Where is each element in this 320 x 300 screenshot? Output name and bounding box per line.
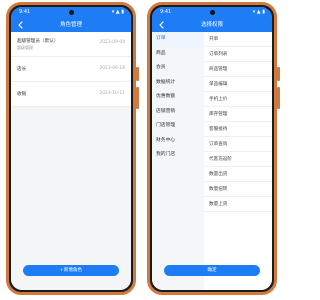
role-row-admin[interactable]: 超级管理员（默认） 超级管理 2023-09-04 — [11, 32, 131, 57]
permission-item[interactable]: 数量扭转 — [204, 182, 272, 197]
permission-item[interactable]: 手机上价 — [204, 92, 272, 107]
permission-item[interactable]: 订单列表 — [204, 47, 272, 62]
category-item[interactable]: 门店管理 — [152, 119, 204, 134]
category-list: 订单 商品 会员 数据统计 优惠数额 店铺营销 门店管理 财务中心 我的门店 — [152, 32, 204, 290]
status-icons: ▾ ▲ ▮ — [252, 9, 265, 15]
role-row-manager[interactable]: 店长 2023-09-18 — [11, 57, 131, 82]
role-subtitle: 超级管理 — [17, 45, 33, 50]
permission-select-screen: 9:41 ▾ ▲ ▮ 选择权限 订单 商品 会员 数据统计 优惠数额 店铺营销 … — [152, 7, 272, 290]
category-item[interactable]: 优惠数额 — [152, 90, 204, 105]
permission-item[interactable]: 开单 — [204, 32, 272, 47]
status-bar: 9:41 ▾ ▲ ▮ — [11, 7, 131, 18]
role-management-screen: 9:41 ▾ ▲ ▮ 角色管理 超级管理员（默认） 超级管理 2023-09-0… — [11, 7, 131, 290]
permission-list: 开单 订单列表 商品管理 单品编辑 手机上价 库存管理 客服接待 订单查询 代客… — [204, 32, 272, 290]
permission-item[interactable]: 数量上货 — [204, 197, 272, 212]
confirm-button[interactable]: 确定 — [164, 265, 260, 276]
status-time: 9:41 — [160, 9, 172, 15]
add-role-button[interactable]: +新增角色 — [23, 265, 119, 276]
page-title: 选择权限 — [200, 22, 223, 28]
camera-hole — [69, 10, 74, 15]
permission-item[interactable]: 商品管理 — [204, 62, 272, 77]
permissions-content: 订单 商品 会员 数据统计 优惠数额 店铺营销 门店管理 财务中心 我的门店 开… — [152, 32, 272, 290]
nav-bar: 选择权限 — [152, 18, 272, 32]
role-date: 2023-09-04 — [99, 40, 125, 45]
page-title: 角色管理 — [59, 22, 82, 28]
volume-button — [136, 67, 139, 81]
category-item[interactable]: 财务中心 — [152, 134, 204, 149]
role-date: 2023-10-11 — [99, 91, 125, 96]
permission-item[interactable]: 代客充返阶 — [204, 152, 272, 167]
roles-list: 超级管理员（默认） 超级管理 2023-09-04 店长 2023-09-18 … — [11, 32, 131, 107]
role-date: 2023-09-18 — [99, 66, 125, 71]
permission-item[interactable]: 订单查询 — [204, 137, 272, 152]
role-name: 收银 — [17, 92, 27, 97]
permission-item[interactable]: 库存管理 — [204, 107, 272, 122]
category-item[interactable]: 店铺营销 — [152, 105, 204, 120]
role-name: 超级管理员（默认） — [17, 39, 59, 44]
camera-hole — [210, 10, 215, 15]
permission-item[interactable]: 数量出货 — [204, 167, 272, 182]
role-name: 店长 — [17, 67, 27, 72]
category-item[interactable]: 商品 — [152, 47, 204, 62]
status-time: 9:41 — [19, 9, 31, 15]
status-bar: 9:41 ▾ ▲ ▮ — [152, 7, 272, 18]
permission-item[interactable]: 客服接待 — [204, 122, 272, 137]
permission-item[interactable]: 单品编辑 — [204, 77, 272, 92]
roles-content: 超级管理员（默认） 超级管理 2023-09-04 店长 2023-09-18 … — [11, 32, 131, 290]
phone-frame-left: 9:41 ▾ ▲ ▮ 角色管理 超级管理员（默认） 超级管理 2023-09-0… — [6, 2, 139, 295]
nav-bar: 角色管理 — [11, 18, 131, 32]
category-item[interactable]: 我的门店 — [152, 148, 204, 163]
role-row-cashier[interactable]: 收银 2023-10-11 — [11, 82, 131, 107]
power-button — [277, 87, 280, 109]
volume-button — [277, 67, 280, 81]
status-icons: ▾ ▲ ▮ — [111, 9, 124, 15]
category-item[interactable]: 会员 — [152, 61, 204, 76]
category-item[interactable]: 订单 — [152, 32, 204, 47]
phone-frame-right: 9:41 ▾ ▲ ▮ 选择权限 订单 商品 会员 数据统计 优惠数额 店铺营销 … — [147, 2, 280, 295]
category-item[interactable]: 数据统计 — [152, 76, 204, 91]
power-button — [136, 87, 139, 109]
